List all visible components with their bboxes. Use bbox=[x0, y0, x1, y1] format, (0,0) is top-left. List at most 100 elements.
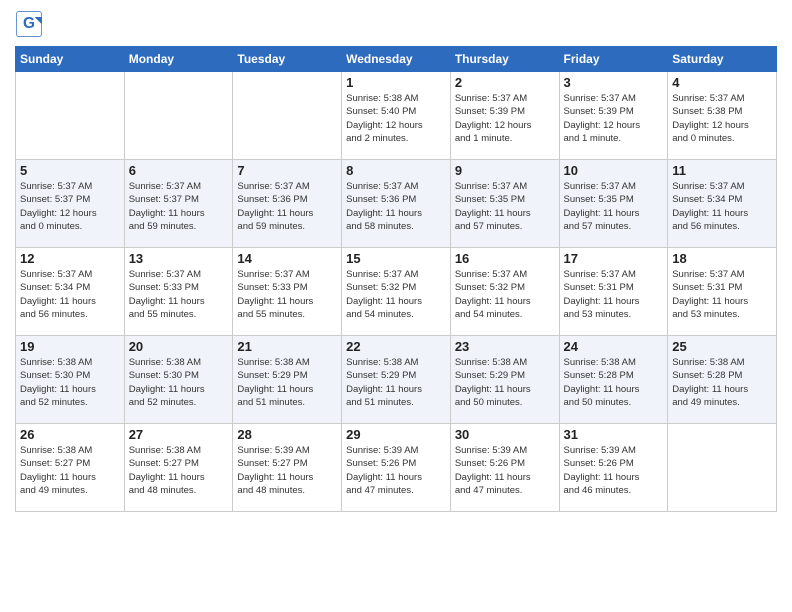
day-number: 12 bbox=[20, 251, 120, 266]
calendar-cell: 2 Sunrise: 5:37 AM Sunset: 5:39 PM Daylig… bbox=[450, 72, 559, 160]
day-info: Sunrise: 5:37 AM Sunset: 5:38 PM Dayligh… bbox=[672, 92, 772, 145]
day-number: 5 bbox=[20, 163, 120, 178]
calendar-cell: 8 Sunrise: 5:37 AM Sunset: 5:36 PM Daylig… bbox=[342, 160, 451, 248]
day-number: 16 bbox=[455, 251, 555, 266]
day-number: 18 bbox=[672, 251, 772, 266]
calendar-cell: 20Sunrise: 5:38 AM Sunset: 5:30 PM Dayli… bbox=[124, 336, 233, 424]
day-info: Sunrise: 5:39 AM Sunset: 5:26 PM Dayligh… bbox=[455, 444, 555, 497]
weekday-header-tuesday: Tuesday bbox=[233, 47, 342, 72]
calendar-cell: 12 Sunrise: 5:37 AM Sunset: 5:34 PM Dayli… bbox=[16, 248, 125, 336]
day-number: 4 bbox=[672, 75, 772, 90]
day-info: Sunrise: 5:37 AM Sunset: 5:34 PM Dayligh… bbox=[20, 268, 120, 321]
day-number: 9 bbox=[455, 163, 555, 178]
day-number: 19 bbox=[20, 339, 120, 354]
day-number: 21 bbox=[237, 339, 337, 354]
calendar-cell bbox=[16, 72, 125, 160]
logo: G bbox=[15, 10, 45, 38]
calendar-cell: 16 Sunrise: 5:37 AM Sunset: 5:32 PM Dayli… bbox=[450, 248, 559, 336]
day-number: 14 bbox=[237, 251, 337, 266]
day-info: Sunrise: 5:37 AM Sunset: 5:32 PM Dayligh… bbox=[346, 268, 446, 321]
day-number: 6 bbox=[129, 163, 229, 178]
calendar-cell: 23 Sunrise: 5:38 AM Sunset: 5:29 PM Dayli… bbox=[450, 336, 559, 424]
day-number: 27 bbox=[129, 427, 229, 442]
day-info: Sunrise: 5:37 AM Sunset: 5:33 PM Dayligh… bbox=[129, 268, 229, 321]
day-info: Sunrise: 5:38 AM Sunset: 5:27 PM Dayligh… bbox=[129, 444, 229, 497]
day-number: 13 bbox=[129, 251, 229, 266]
calendar-cell: 3 Sunrise: 5:37 AM Sunset: 5:39 PM Daylig… bbox=[559, 72, 668, 160]
weekday-header-row: SundayMondayTuesdayWednesdayThursdayFrid… bbox=[16, 47, 777, 72]
calendar-cell: 17 Sunrise: 5:37 AM Sunset: 5:31 PM Dayli… bbox=[559, 248, 668, 336]
day-number: 17 bbox=[564, 251, 664, 266]
day-info: Sunrise: 5:37 AM Sunset: 5:39 PM Dayligh… bbox=[564, 92, 664, 145]
calendar-cell: 1Sunrise: 5:38 AM Sunset: 5:40 PM Daylig… bbox=[342, 72, 451, 160]
day-number: 11 bbox=[672, 163, 772, 178]
day-info: Sunrise: 5:38 AM Sunset: 5:30 PM Dayligh… bbox=[129, 356, 229, 409]
day-number: 1 bbox=[346, 75, 446, 90]
calendar-week-row: 26Sunrise: 5:38 AM Sunset: 5:27 PM Dayli… bbox=[16, 424, 777, 512]
day-info: Sunrise: 5:39 AM Sunset: 5:26 PM Dayligh… bbox=[564, 444, 664, 497]
calendar-cell: 28Sunrise: 5:39 AM Sunset: 5:27 PM Dayli… bbox=[233, 424, 342, 512]
weekday-header-sunday: Sunday bbox=[16, 47, 125, 72]
day-info: Sunrise: 5:39 AM Sunset: 5:26 PM Dayligh… bbox=[346, 444, 446, 497]
calendar-cell: 24Sunrise: 5:38 AM Sunset: 5:28 PM Dayli… bbox=[559, 336, 668, 424]
calendar-cell: 10 Sunrise: 5:37 AM Sunset: 5:35 PM Dayli… bbox=[559, 160, 668, 248]
day-number: 10 bbox=[564, 163, 664, 178]
calendar-cell: 14Sunrise: 5:37 AM Sunset: 5:33 PM Dayli… bbox=[233, 248, 342, 336]
day-number: 8 bbox=[346, 163, 446, 178]
calendar-cell: 25Sunrise: 5:38 AM Sunset: 5:28 PM Dayli… bbox=[668, 336, 777, 424]
calendar-cell: 15 Sunrise: 5:37 AM Sunset: 5:32 PM Dayli… bbox=[342, 248, 451, 336]
calendar-cell: 5 Sunrise: 5:37 AM Sunset: 5:37 PM Daylig… bbox=[16, 160, 125, 248]
day-info: Sunrise: 5:38 AM Sunset: 5:29 PM Dayligh… bbox=[455, 356, 555, 409]
calendar-cell: 22Sunrise: 5:38 AM Sunset: 5:29 PM Dayli… bbox=[342, 336, 451, 424]
day-number: 22 bbox=[346, 339, 446, 354]
day-info: Sunrise: 5:37 AM Sunset: 5:31 PM Dayligh… bbox=[672, 268, 772, 321]
day-number: 31 bbox=[564, 427, 664, 442]
calendar-cell: 6 Sunrise: 5:37 AM Sunset: 5:37 PM Daylig… bbox=[124, 160, 233, 248]
calendar-cell: 31 Sunrise: 5:39 AM Sunset: 5:26 PM Dayli… bbox=[559, 424, 668, 512]
day-info: Sunrise: 5:38 AM Sunset: 5:29 PM Dayligh… bbox=[237, 356, 337, 409]
calendar-cell: 9 Sunrise: 5:37 AM Sunset: 5:35 PM Daylig… bbox=[450, 160, 559, 248]
calendar-cell: 7 Sunrise: 5:37 AM Sunset: 5:36 PM Daylig… bbox=[233, 160, 342, 248]
calendar-cell: 11 Sunrise: 5:37 AM Sunset: 5:34 PM Dayli… bbox=[668, 160, 777, 248]
weekday-header-monday: Monday bbox=[124, 47, 233, 72]
day-info: Sunrise: 5:37 AM Sunset: 5:36 PM Dayligh… bbox=[346, 180, 446, 233]
day-number: 30 bbox=[455, 427, 555, 442]
day-info: Sunrise: 5:37 AM Sunset: 5:35 PM Dayligh… bbox=[564, 180, 664, 233]
day-info: Sunrise: 5:37 AM Sunset: 5:31 PM Dayligh… bbox=[564, 268, 664, 321]
day-info: Sunrise: 5:38 AM Sunset: 5:28 PM Dayligh… bbox=[672, 356, 772, 409]
day-number: 2 bbox=[455, 75, 555, 90]
day-number: 23 bbox=[455, 339, 555, 354]
calendar-week-row: 19 Sunrise: 5:38 AM Sunset: 5:30 PM Dayli… bbox=[16, 336, 777, 424]
day-info: Sunrise: 5:37 AM Sunset: 5:34 PM Dayligh… bbox=[672, 180, 772, 233]
day-number: 7 bbox=[237, 163, 337, 178]
calendar-week-row: 5 Sunrise: 5:37 AM Sunset: 5:37 PM Daylig… bbox=[16, 160, 777, 248]
day-number: 28 bbox=[237, 427, 337, 442]
svg-text:G: G bbox=[23, 15, 35, 32]
day-info: Sunrise: 5:38 AM Sunset: 5:27 PM Dayligh… bbox=[20, 444, 120, 497]
calendar-cell bbox=[668, 424, 777, 512]
day-info: Sunrise: 5:37 AM Sunset: 5:39 PM Dayligh… bbox=[455, 92, 555, 145]
day-number: 15 bbox=[346, 251, 446, 266]
day-number: 3 bbox=[564, 75, 664, 90]
calendar-cell: 18 Sunrise: 5:37 AM Sunset: 5:31 PM Dayli… bbox=[668, 248, 777, 336]
calendar-week-row: 12 Sunrise: 5:37 AM Sunset: 5:34 PM Dayli… bbox=[16, 248, 777, 336]
calendar-cell bbox=[233, 72, 342, 160]
logo-icon: G bbox=[15, 10, 43, 38]
day-info: Sunrise: 5:37 AM Sunset: 5:32 PM Dayligh… bbox=[455, 268, 555, 321]
day-info: Sunrise: 5:37 AM Sunset: 5:35 PM Dayligh… bbox=[455, 180, 555, 233]
calendar-cell: 4 Sunrise: 5:37 AM Sunset: 5:38 PM Daylig… bbox=[668, 72, 777, 160]
day-info: Sunrise: 5:37 AM Sunset: 5:37 PM Dayligh… bbox=[129, 180, 229, 233]
calendar-week-row: 1Sunrise: 5:38 AM Sunset: 5:40 PM Daylig… bbox=[16, 72, 777, 160]
calendar-cell: 30 Sunrise: 5:39 AM Sunset: 5:26 PM Dayli… bbox=[450, 424, 559, 512]
weekday-header-friday: Friday bbox=[559, 47, 668, 72]
day-info: Sunrise: 5:38 AM Sunset: 5:30 PM Dayligh… bbox=[20, 356, 120, 409]
day-number: 29 bbox=[346, 427, 446, 442]
day-info: Sunrise: 5:37 AM Sunset: 5:37 PM Dayligh… bbox=[20, 180, 120, 233]
header: G bbox=[15, 10, 777, 38]
day-info: Sunrise: 5:38 AM Sunset: 5:28 PM Dayligh… bbox=[564, 356, 664, 409]
page: G SundayMondayTuesdayWednesdayThursdayFr… bbox=[0, 0, 792, 612]
calendar-cell: 21 Sunrise: 5:38 AM Sunset: 5:29 PM Dayli… bbox=[233, 336, 342, 424]
calendar-cell: 26Sunrise: 5:38 AM Sunset: 5:27 PM Dayli… bbox=[16, 424, 125, 512]
day-info: Sunrise: 5:37 AM Sunset: 5:36 PM Dayligh… bbox=[237, 180, 337, 233]
calendar-cell: 13 Sunrise: 5:37 AM Sunset: 5:33 PM Dayli… bbox=[124, 248, 233, 336]
